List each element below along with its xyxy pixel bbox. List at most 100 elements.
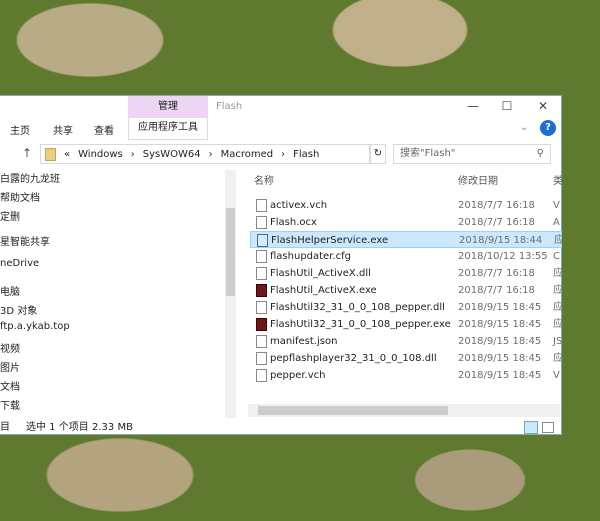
file-name: manifest.json: [270, 336, 338, 347]
file-row[interactable]: FlashUtil32_31_0_0_108_pepper.exe 2018/9…: [250, 316, 562, 333]
file-type: 应: [553, 268, 562, 279]
nav-item[interactable]: 3D 对象: [0, 302, 37, 317]
breadcrumb-separator[interactable]: ›: [209, 149, 213, 160]
context-group-label: 管理: [128, 96, 208, 118]
item-count: 目: [0, 422, 10, 433]
file-name: FlashUtil_ActiveX.dll: [270, 268, 371, 279]
nav-item-onedrive[interactable]: neDrive: [0, 258, 39, 269]
file-list: 名称 修改日期 类 activex.vch 2018/7/7 16:18 V F…: [248, 168, 562, 418]
file-row[interactable]: FlashHelperService.exe 2018/9/15 18:44 应: [250, 231, 562, 248]
nav-item[interactable]: 星智能共享: [0, 233, 50, 248]
refresh-button[interactable]: ↻: [370, 144, 386, 164]
file-date: 2018/9/15 18:45: [458, 370, 542, 381]
ribbon-tabs: 主页 共享 查看 应用程序工具 ⌄ ?: [0, 118, 561, 140]
nav-item[interactable]: 定删: [0, 208, 20, 223]
file-icon: [256, 335, 267, 348]
file-icon: [256, 352, 267, 365]
search-placeholder: 搜索"Flash": [400, 148, 456, 159]
file-row[interactable]: FlashUtil_ActiveX.dll 2018/7/7 16:18 应: [250, 265, 562, 282]
tab-share[interactable]: 共享: [53, 122, 73, 137]
scroll-thumb[interactable]: [258, 406, 448, 415]
file-row[interactable]: pepflashplayer32_31_0_0_108.dll 2018/9/1…: [250, 350, 562, 367]
search-input[interactable]: 搜索"Flash" ⚲: [393, 144, 551, 164]
file-row[interactable]: FlashUtil_ActiveX.exe 2018/7/7 16:18 应: [250, 282, 562, 299]
search-icon: ⚲: [536, 148, 544, 159]
tab-home[interactable]: 主页: [10, 122, 30, 137]
folder-icon: [45, 147, 56, 161]
file-name: activex.vch: [270, 200, 328, 211]
nav-item[interactable]: 白露的九龙班: [0, 170, 60, 185]
file-type: 应: [553, 302, 562, 313]
file-date: 2018/7/7 16:18: [458, 285, 535, 296]
nav-item[interactable]: 下载: [0, 397, 20, 412]
file-icon: [256, 318, 267, 331]
file-icon: [256, 216, 267, 229]
file-name: pepflashplayer32_31_0_0_108.dll: [270, 353, 437, 364]
breadcrumb-syswow64[interactable]: SysWOW64: [143, 149, 201, 160]
file-icon: [256, 199, 267, 212]
file-date: 2018/7/7 16:18: [458, 268, 535, 279]
file-name: Flash.ocx: [270, 217, 317, 228]
tab-view[interactable]: 查看: [94, 122, 114, 137]
file-date: 2018/9/15 18:45: [458, 302, 542, 313]
breadcrumb-separator[interactable]: ›: [131, 149, 135, 160]
breadcrumb-overflow[interactable]: «: [64, 149, 70, 160]
column-name[interactable]: 名称: [254, 172, 274, 187]
minimize-button[interactable]: —: [458, 99, 488, 113]
help-icon[interactable]: ?: [540, 120, 556, 136]
file-icon: [256, 250, 267, 263]
breadcrumb-flash[interactable]: Flash: [293, 149, 319, 160]
file-row[interactable]: activex.vch 2018/7/7 16:18 V: [250, 197, 562, 214]
breadcrumb-windows[interactable]: Windows: [78, 149, 123, 160]
file-name: FlashUtil_ActiveX.exe: [270, 285, 377, 296]
horizontal-scrollbar[interactable]: [248, 404, 560, 417]
close-button[interactable]: ✕: [528, 99, 558, 113]
file-icon: [257, 234, 268, 247]
file-date: 2018/10/12 13:55: [458, 251, 548, 262]
file-type: A: [553, 217, 560, 228]
file-type: 应: [553, 319, 562, 330]
file-name: FlashUtil32_31_0_0_108_pepper.exe: [270, 319, 451, 330]
file-type: V: [553, 200, 560, 211]
nav-item[interactable]: 图片: [0, 359, 20, 374]
file-date: 2018/7/7 16:18: [458, 200, 535, 211]
title-bar: 管理 Flash — ☐ ✕: [0, 96, 561, 118]
nav-item[interactable]: 视频: [0, 340, 20, 355]
file-icon: [256, 267, 267, 280]
navigation-pane: 白露的九龙班 帮助文档 定删 星智能共享 neDrive 电脑 3D 对象 ft…: [0, 170, 236, 418]
window-title: Flash: [216, 101, 243, 112]
nav-scrollbar[interactable]: [225, 170, 236, 418]
ribbon-toggle-icon[interactable]: ⌄: [520, 122, 528, 133]
large-icons-view-button[interactable]: [542, 422, 554, 433]
file-date: 2018/7/7 16:18: [458, 217, 535, 228]
file-row[interactable]: pepper.vch 2018/9/15 18:45 V: [250, 367, 562, 384]
file-name: flashupdater.cfg: [270, 251, 351, 262]
file-icon: [256, 369, 267, 382]
up-button[interactable]: ↑: [22, 146, 32, 160]
breadcrumb-macromed[interactable]: Macromed: [221, 149, 274, 160]
maximize-button[interactable]: ☐: [492, 99, 522, 113]
file-date: 2018/9/15 18:45: [458, 319, 542, 330]
column-type[interactable]: 类: [553, 172, 562, 187]
nav-item[interactable]: ftp.a.ykab.top: [0, 321, 70, 332]
nav-item-this-pc[interactable]: 电脑: [0, 283, 20, 298]
tab-app-tools[interactable]: 应用程序工具: [128, 118, 208, 140]
file-date: 2018/9/15 18:45: [458, 353, 542, 364]
file-type: V: [553, 370, 560, 381]
status-bar: 目 选中 1 个项目 2.33 MB: [0, 420, 561, 436]
file-type: C: [553, 251, 560, 262]
file-row[interactable]: manifest.json 2018/9/15 18:45 JS: [250, 333, 562, 350]
address-bar[interactable]: « Windows › SysWOW64 › Macromed › Flash: [40, 144, 370, 164]
file-row[interactable]: FlashUtil32_31_0_0_108_pepper.dll 2018/9…: [250, 299, 562, 316]
file-row[interactable]: Flash.ocx 2018/7/7 16:18 A: [250, 214, 562, 231]
file-type: 应: [554, 235, 562, 246]
column-date[interactable]: 修改日期: [458, 172, 498, 187]
scroll-thumb[interactable]: [226, 208, 235, 296]
file-row[interactable]: flashupdater.cfg 2018/10/12 13:55 C: [250, 248, 562, 265]
details-view-button[interactable]: [524, 421, 538, 434]
nav-item[interactable]: 文档: [0, 378, 20, 393]
file-name: pepper.vch: [270, 370, 326, 381]
file-icon: [256, 284, 267, 297]
nav-item[interactable]: 帮助文档: [0, 189, 40, 204]
breadcrumb-separator[interactable]: ›: [281, 149, 285, 160]
